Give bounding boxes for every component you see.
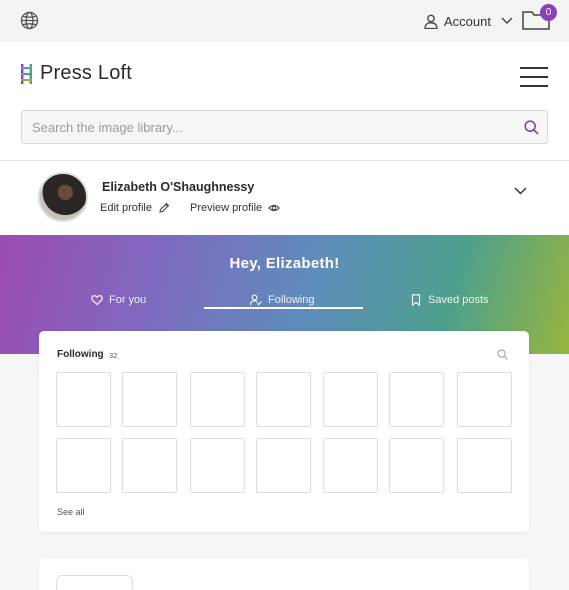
tab-saved-posts-label: Saved posts	[428, 294, 489, 306]
tab-saved-posts[interactable]: Saved posts	[410, 290, 489, 310]
eye-icon	[268, 204, 281, 212]
card-button[interactable]	[56, 575, 133, 590]
following-tile[interactable]	[56, 372, 111, 427]
profile-name: Elizabeth O'Shaughnessy	[102, 180, 255, 194]
heart-icon	[91, 295, 103, 306]
logo[interactable]: Press Loft	[20, 62, 132, 85]
see-all-link[interactable]: See all	[57, 507, 85, 517]
press-loft-logo-icon	[21, 63, 32, 84]
pencil-icon	[159, 202, 170, 213]
user-icon	[424, 14, 438, 29]
search-input[interactable]	[22, 111, 502, 143]
search-icon[interactable]	[497, 349, 508, 360]
hamburger-menu-icon[interactable]	[520, 67, 548, 87]
site-header: Press Loft	[0, 42, 569, 161]
edit-profile-label: Edit profile	[100, 202, 152, 214]
tab-for-you-label: For you	[109, 294, 147, 306]
chevron-down-icon[interactable]	[514, 187, 527, 195]
active-tab-indicator	[204, 307, 363, 309]
following-tile[interactable]	[457, 372, 512, 427]
edit-profile-link[interactable]: Edit profile	[100, 202, 170, 214]
profile-summary: Elizabeth O'Shaughnessy Edit profile Pre…	[0, 161, 569, 235]
cart-count-badge: 0	[540, 4, 557, 21]
account-label: Account	[444, 13, 491, 29]
search-bar	[21, 110, 548, 144]
next-card	[39, 558, 529, 590]
tab-for-you[interactable]: For you	[91, 290, 146, 310]
account-menu[interactable]: Account	[424, 11, 513, 31]
following-tile[interactable]	[122, 372, 177, 427]
avatar	[38, 172, 88, 222]
following-tile[interactable]	[190, 372, 245, 427]
search-icon[interactable]	[524, 120, 539, 135]
top-utility-bar: Account 0	[0, 0, 569, 42]
user-check-icon	[250, 294, 262, 306]
bookmark-icon	[411, 294, 421, 306]
following-tile[interactable]	[323, 438, 378, 493]
following-title: Following	[57, 349, 104, 360]
following-tile[interactable]	[190, 438, 245, 493]
preview-profile-label: Preview profile	[190, 202, 263, 214]
following-tile[interactable]	[457, 438, 512, 493]
tab-following-label: Following	[268, 294, 315, 306]
greeting-heading: Hey, Elizabeth!	[229, 255, 340, 272]
following-tile[interactable]	[122, 438, 177, 493]
chevron-down-icon	[501, 17, 513, 24]
following-tile[interactable]	[389, 372, 444, 427]
following-card: Following 32 See all	[39, 331, 529, 532]
following-count: 32	[109, 351, 118, 360]
globe-icon[interactable]	[20, 11, 39, 30]
logo-text: Press Loft	[40, 62, 133, 84]
following-tile[interactable]	[56, 438, 111, 493]
following-tile[interactable]	[323, 372, 378, 427]
following-tile[interactable]	[389, 438, 444, 493]
following-tile[interactable]	[256, 438, 311, 493]
following-tile[interactable]	[256, 372, 311, 427]
preview-profile-link[interactable]: Preview profile	[190, 202, 281, 214]
